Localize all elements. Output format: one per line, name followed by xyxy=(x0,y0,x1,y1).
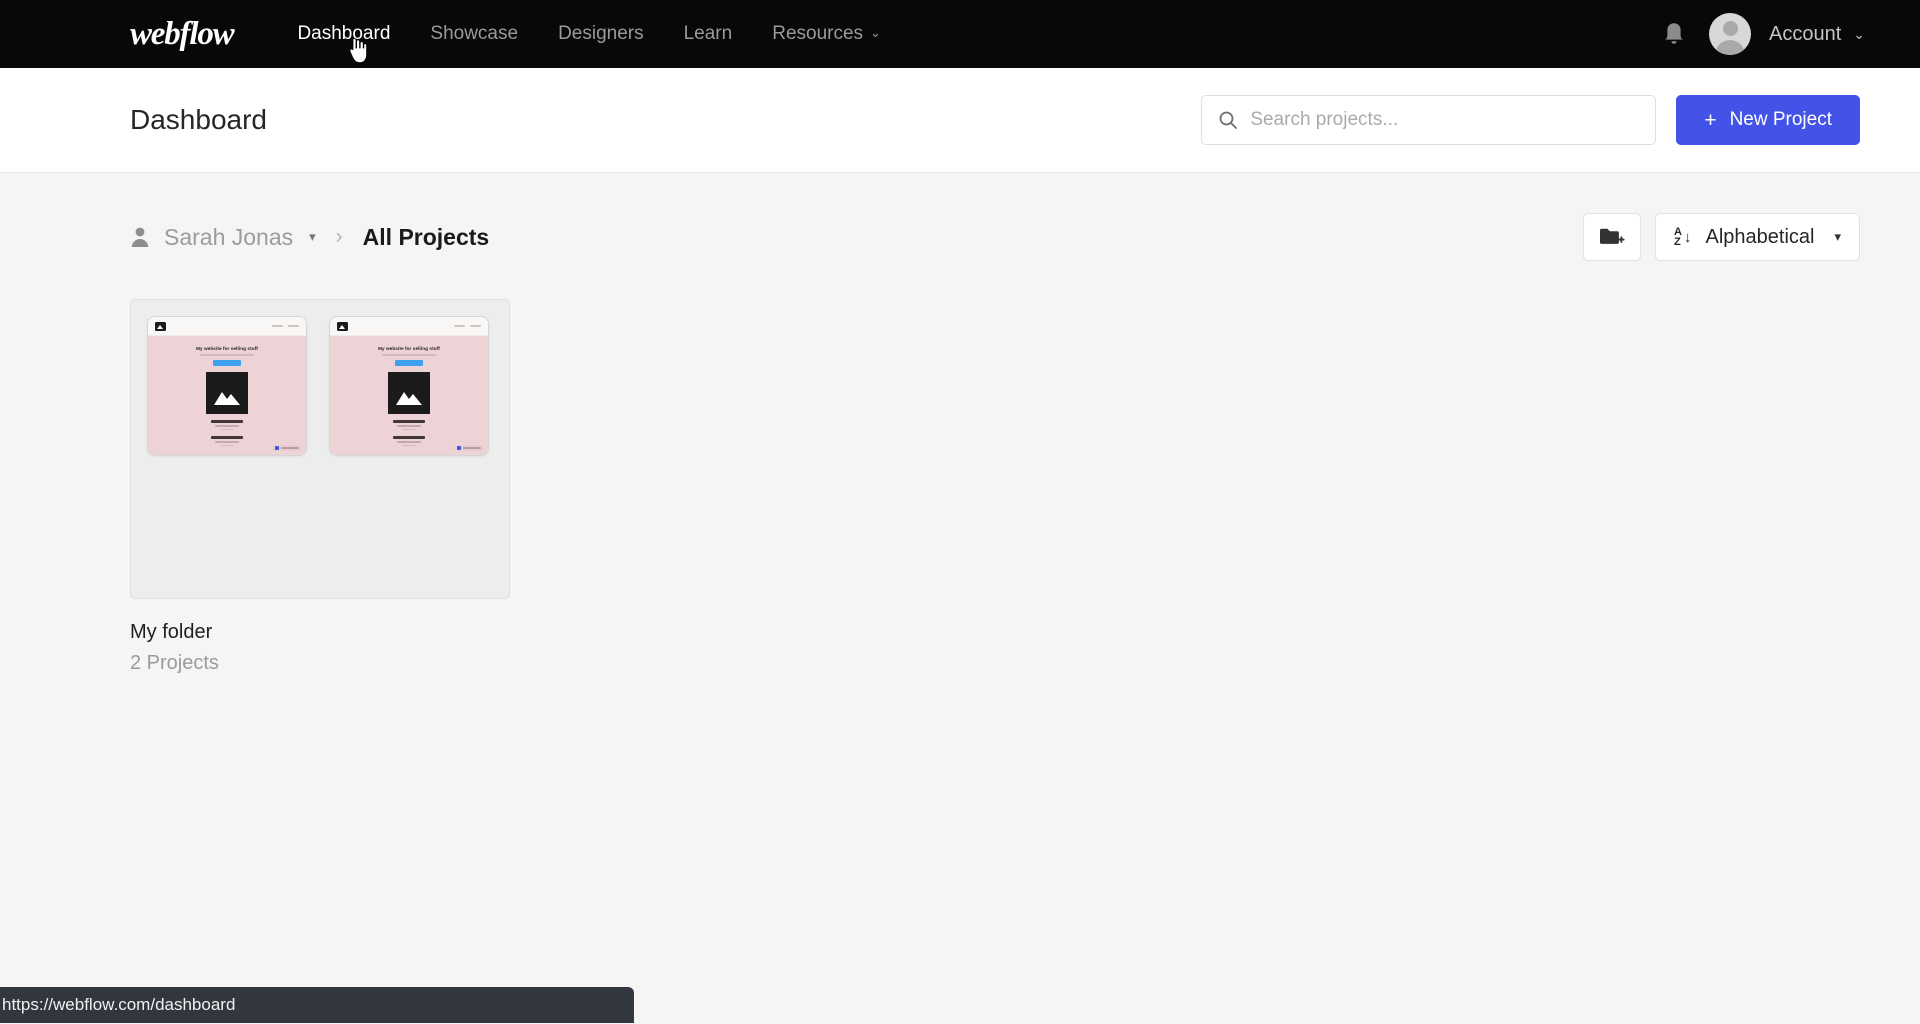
account-menu-button[interactable]: Account ⌄ xyxy=(1769,23,1865,46)
plus-icon: + xyxy=(1704,108,1717,132)
new-folder-icon xyxy=(1600,228,1625,244)
breadcrumb-separator: › xyxy=(335,225,343,248)
project-thumbnail[interactable]: My website for selling stuff xyxy=(147,316,307,456)
nav-link-dashboard[interactable]: Dashboard xyxy=(277,0,410,68)
folder-project-count: 2 Projects xyxy=(130,652,219,674)
sort-direction-arrow: ↓ xyxy=(1684,228,1692,246)
chevron-down-icon: ▾ xyxy=(309,229,316,244)
thumbnail-hero-image xyxy=(206,372,248,414)
status-bar-url: https://webflow.com/dashboard xyxy=(0,987,634,1023)
thumbnail-body: My website for selling stuff xyxy=(148,336,306,455)
folder-name: My folder xyxy=(130,621,213,643)
new-project-button-label: New Project xyxy=(1729,109,1832,130)
thumbnail-cta-button xyxy=(395,360,423,366)
thumbnail-body: My website for selling stuff xyxy=(330,336,488,455)
thumbnail-hero-image xyxy=(388,372,430,414)
folder-preview-card[interactable]: My website for selling stuff My website … xyxy=(130,299,510,599)
search-input[interactable] xyxy=(1250,109,1640,131)
bell-icon[interactable] xyxy=(1661,20,1687,48)
thumbnail-post-block xyxy=(393,436,425,446)
chevron-down-icon: ▾ xyxy=(1834,229,1841,244)
sort-dropdown[interactable]: A Z ↓ Alphabetical ▾ xyxy=(1655,213,1860,261)
nav-link-resources[interactable]: Resources ⌄ xyxy=(752,0,901,69)
search-icon xyxy=(1219,111,1238,129)
thumbnail-nav-links xyxy=(454,325,481,327)
projects-toolbar: Sarah Jonas ▾ › All Projects A Z ↓ Alpha… xyxy=(130,213,1860,261)
search-projects-box[interactable] xyxy=(1201,95,1657,145)
thumbnail-heading: My website for selling stuff xyxy=(378,346,440,351)
sort-dropdown-label: Alphabetical xyxy=(1705,225,1815,248)
thumbnail-badge xyxy=(455,445,483,451)
new-folder-button[interactable] xyxy=(1583,213,1642,261)
nav-link-showcase[interactable]: Showcase xyxy=(410,0,538,68)
thumbnail-navbar xyxy=(330,317,488,336)
breadcrumb-owner-label: Sarah Jonas xyxy=(164,223,294,250)
nav-link-learn-label: Learn xyxy=(683,23,733,44)
webflow-logo[interactable]: webflow xyxy=(130,16,235,53)
folder-item[interactable]: My website for selling stuff My website … xyxy=(130,299,510,675)
chevron-down-icon: ⌄ xyxy=(1853,25,1865,42)
thumbnail-logo-icon xyxy=(155,321,166,331)
nav-link-resources-label: Resources xyxy=(772,22,864,44)
nav-link-showcase-label: Showcase xyxy=(430,23,519,44)
thumbnail-post-block xyxy=(211,436,243,446)
page-header: Dashboard + New Project xyxy=(0,68,1920,173)
status-bar-url-text: https://webflow.com/dashboard xyxy=(2,995,236,1014)
thumbnail-cta-button xyxy=(213,360,241,366)
project-thumbnail[interactable]: My website for selling stuff xyxy=(329,316,489,456)
toolbar-right-actions: A Z ↓ Alphabetical ▾ xyxy=(1583,213,1860,261)
header-actions: + New Project xyxy=(1201,95,1860,145)
chevron-down-icon: ⌄ xyxy=(870,24,881,40)
sort-letter-bottom: Z xyxy=(1674,236,1681,248)
thumbnail-logo-icon xyxy=(337,321,348,331)
nav-link-designers-label: Designers xyxy=(558,23,644,44)
thumbnail-subtitle-placeholder xyxy=(382,354,436,356)
nav-link-dashboard-label: Dashboard xyxy=(297,23,391,44)
thumbnail-heading: My website for selling stuff xyxy=(196,346,258,351)
thumbnail-badge xyxy=(273,445,301,451)
new-project-button[interactable]: + New Project xyxy=(1676,95,1860,145)
thumbnail-subtitle-placeholder xyxy=(200,354,254,356)
sort-az-icon: A Z ↓ xyxy=(1674,227,1692,248)
breadcrumb: Sarah Jonas ▾ › All Projects xyxy=(130,224,489,251)
primary-nav-links: Dashboard Showcase Designers Learn Resou… xyxy=(277,0,901,69)
nav-right-group: Account ⌄ xyxy=(1661,13,1890,55)
thumbnail-post-block xyxy=(393,420,425,430)
thumbnail-post-block xyxy=(211,420,243,430)
account-menu-label: Account xyxy=(1769,22,1842,45)
person-icon xyxy=(131,227,149,247)
breadcrumb-owner-dropdown[interactable]: Sarah Jonas ▾ xyxy=(130,224,316,251)
page-title: Dashboard xyxy=(130,104,267,135)
main-content-area: Sarah Jonas ▾ › All Projects A Z ↓ Alpha… xyxy=(0,173,1920,1023)
avatar[interactable] xyxy=(1709,13,1751,55)
nav-link-designers[interactable]: Designers xyxy=(538,0,664,68)
thumbnail-nav-links xyxy=(272,325,299,327)
nav-link-learn[interactable]: Learn xyxy=(664,0,753,68)
top-navigation-bar: webflow Dashboard Showcase Designers Lea… xyxy=(0,0,1920,68)
thumbnail-navbar xyxy=(148,317,306,336)
breadcrumb-current-label: All Projects xyxy=(362,223,490,250)
